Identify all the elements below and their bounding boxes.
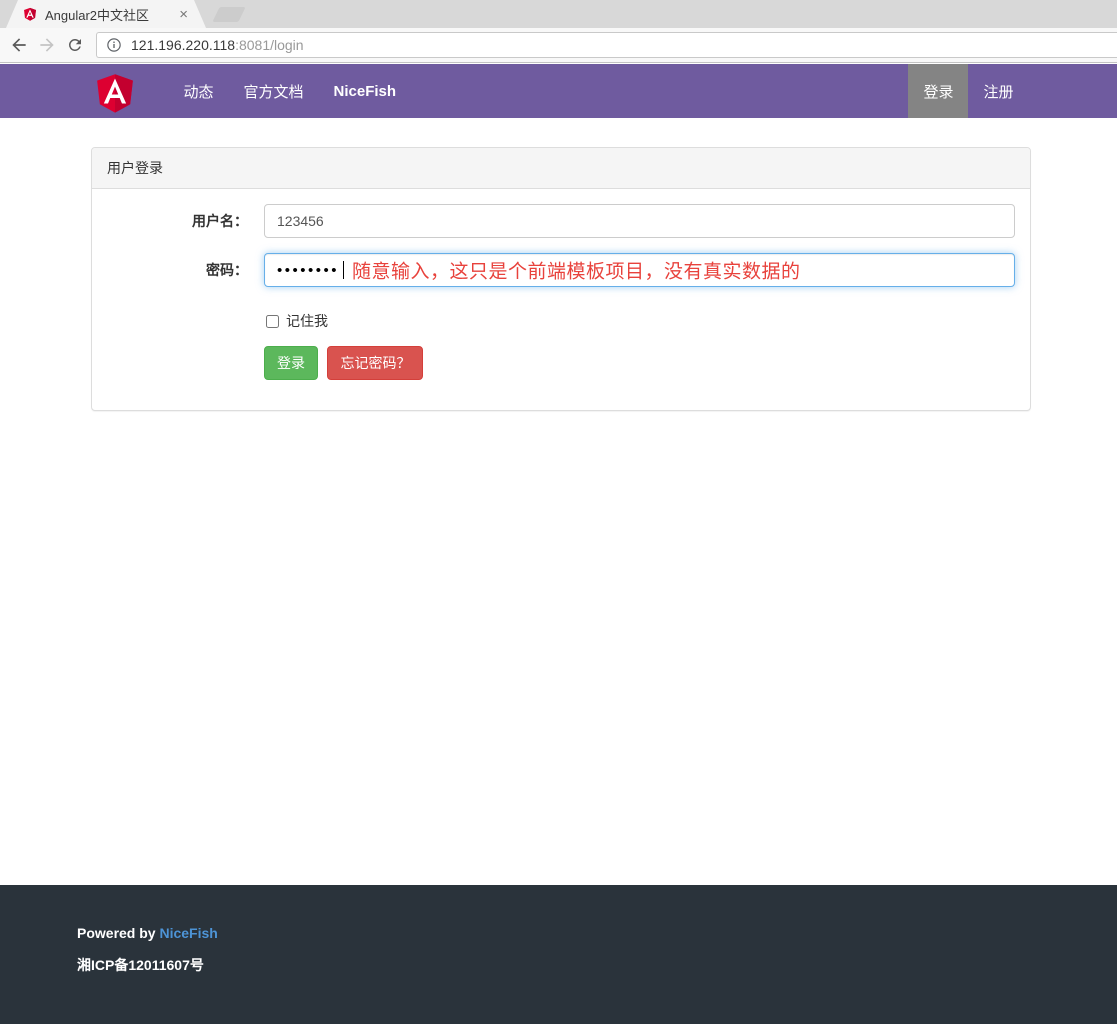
nav-item-nicefish[interactable]: NiceFish [319,64,412,118]
nicefish-link[interactable]: NiceFish [159,925,217,941]
forgot-password-button[interactable]: 忘记密码？ [327,346,424,380]
nav-item-dongtai[interactable]: 动态 [169,64,229,118]
tab-close-icon[interactable]: × [179,7,188,22]
password-field-wrap: 随意输入，这只是个前端模板项目，没有真实数据的 [264,253,1015,287]
navbar-right-links: 登录 注册 [908,64,1028,118]
new-tab-button[interactable] [212,7,246,22]
remember-me-row: 记住我 [264,302,1015,331]
username-row: 用户名： [107,204,1015,238]
back-arrow-icon [12,38,26,52]
footer-content: Powered by NiceFish 湘ICP备12011607号 [0,885,1117,975]
login-form: 用户名： 密码： 随意输入，这只是个前端模板项目，没有真实数据的 记住我 登录 [92,189,1030,410]
login-button[interactable]: 登录 [264,346,318,380]
remember-me-label: 记住我 [286,313,328,329]
text-cursor [343,261,344,279]
browser-tab-strip: Angular2中文社区 × [0,0,1117,28]
page: Angular2中文社区 × 121.196.220.118:8081/logi… [0,0,1117,1024]
password-row: 密码： 随意输入，这只是个前端模板项目，没有真实数据的 [107,253,1015,287]
navbar-container: 动态 官方文档 NiceFish 登录 注册 [74,64,1044,118]
nav-item-login[interactable]: 登录 [908,64,969,118]
browser-tab[interactable]: Angular2中文社区 × [6,0,206,28]
tab-title: Angular2中文社区 [45,7,150,23]
remember-me-checkbox[interactable] [266,314,279,328]
refresh-icon [68,38,81,51]
browser-toolbar: 121.196.220.118:8081/login [0,28,1117,63]
angular-favicon-icon [22,6,38,22]
url-host: 121.196.220.118 [131,37,236,53]
powered-by-line: Powered by NiceFish [77,925,1117,941]
url-path: :8081/login [235,37,304,53]
nav-item-register[interactable]: 注册 [968,64,1028,118]
back-button[interactable] [6,32,32,58]
password-input[interactable] [264,253,1015,287]
password-label: 密码： [206,262,248,278]
icp-number: 湘ICP备12011607号 [77,957,204,973]
panel-title: 用户登录 [92,148,1030,189]
login-panel: 用户登录 用户名： 密码： 随意输入，这只是个前端模板项目，没有真实数据的 记住… [91,147,1031,411]
site-navbar: 动态 官方文档 NiceFish 登录 注册 [0,64,1117,118]
angular-logo[interactable] [91,66,139,119]
page-info-icon[interactable] [105,36,123,54]
button-row: 登录 忘记密码？ [264,346,1015,380]
forward-arrow-icon [40,38,54,52]
refresh-button[interactable] [62,32,88,58]
username-label: 用户名： [192,213,248,229]
url-text: 121.196.220.118:8081/login [131,37,304,53]
address-bar[interactable]: 121.196.220.118:8081/login [96,32,1117,58]
powered-by-text: Powered by [77,925,156,941]
forward-button[interactable] [34,32,60,58]
username-input[interactable] [264,204,1015,238]
username-field-wrap [264,204,1015,238]
nav-item-docs[interactable]: 官方文档 [229,64,319,118]
navbar-links: 动态 官方文档 NiceFish [169,64,412,118]
site-footer: Powered by NiceFish 湘ICP备12011607号 [0,885,1117,1024]
